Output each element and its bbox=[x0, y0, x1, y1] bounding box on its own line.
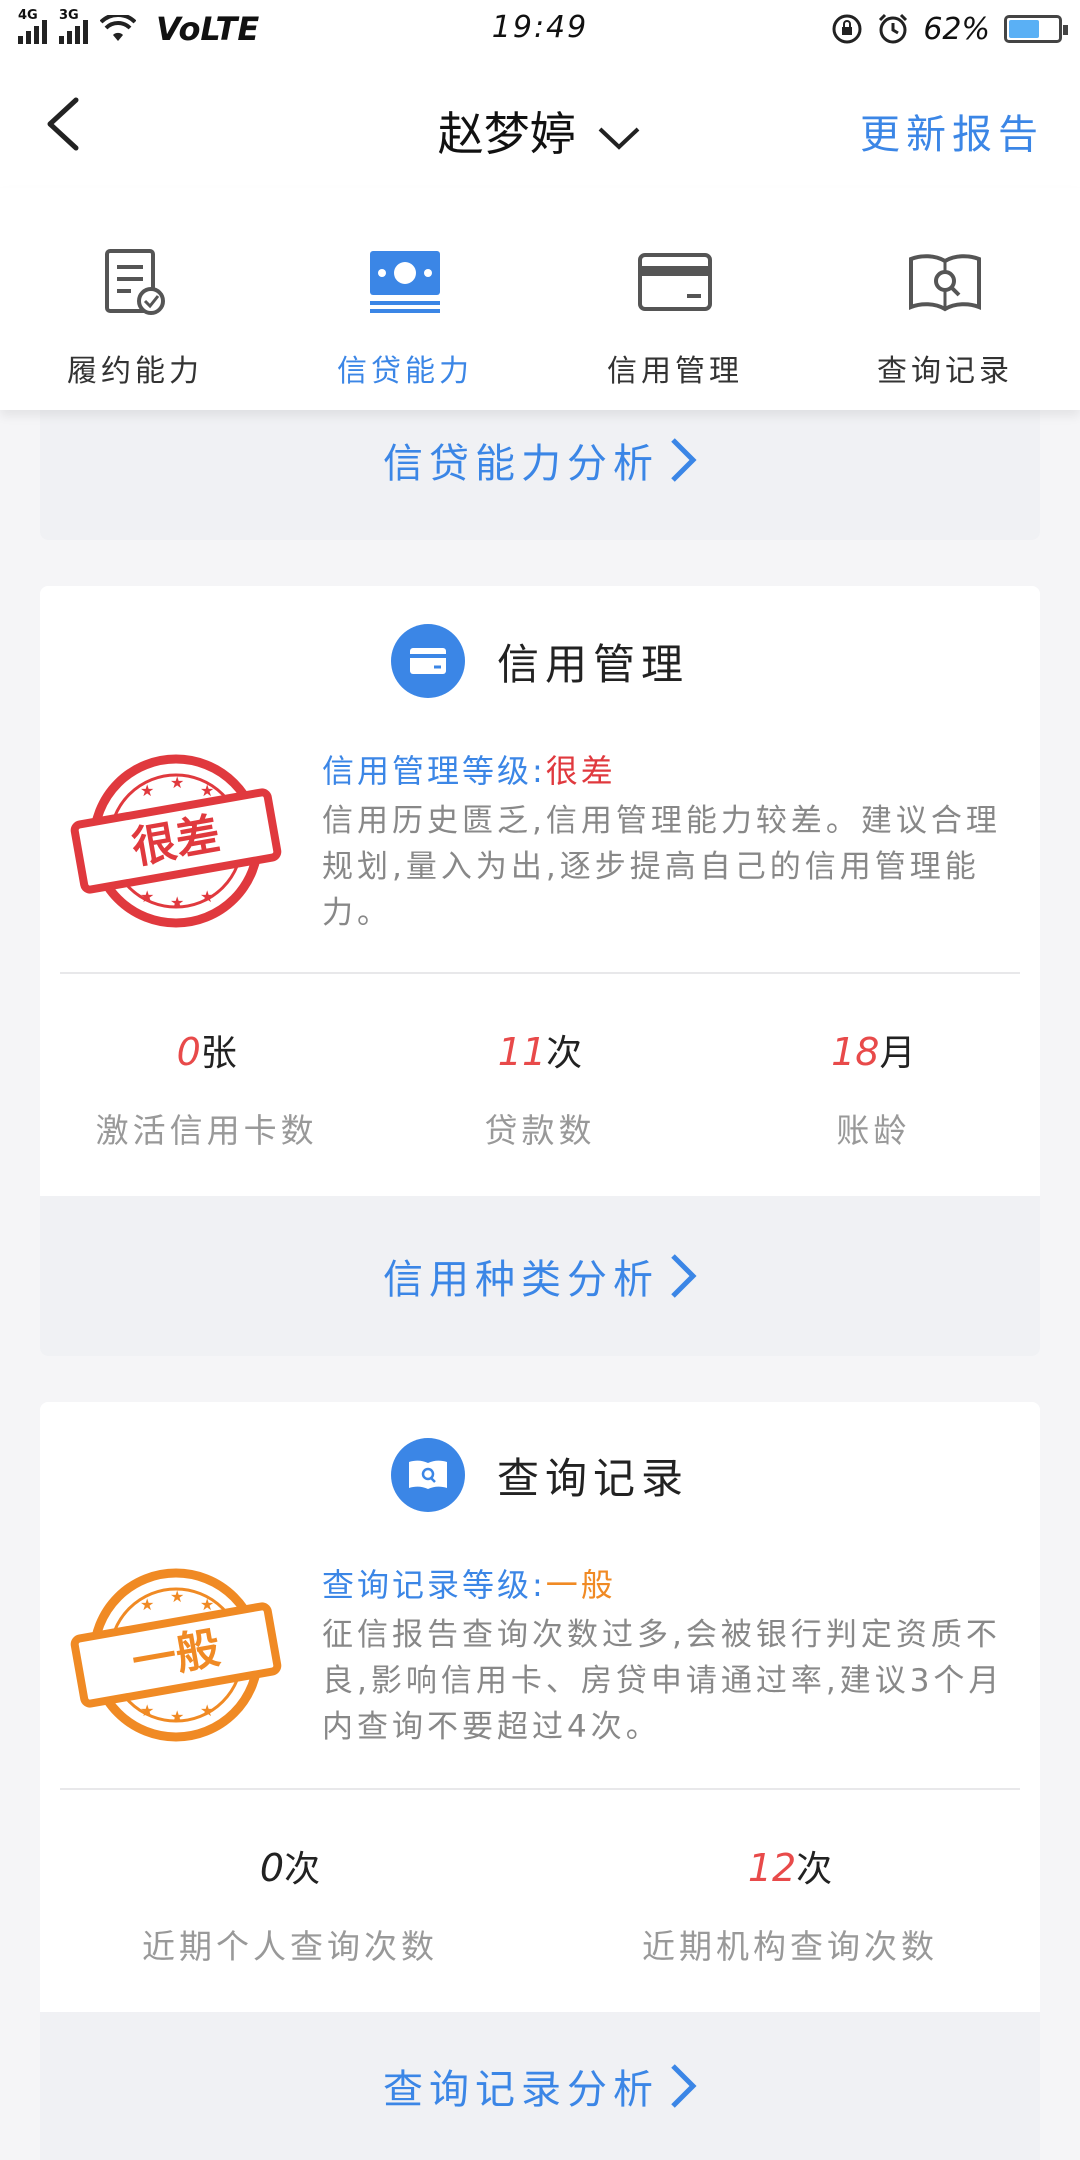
svg-text:★: ★ bbox=[170, 1587, 184, 1606]
level-stamp: ★★ ★ ★★ ★ 很差 bbox=[70, 754, 282, 928]
tab-query-record[interactable]: 查询记录 bbox=[810, 188, 1080, 410]
stat-unit: 张 bbox=[200, 1033, 237, 1074]
level-line: 查询记录等级:一般 bbox=[322, 1560, 616, 1606]
stat-value: 0 bbox=[259, 1846, 285, 1890]
svg-text:★: ★ bbox=[140, 781, 154, 800]
query-record-analysis-link[interactable]: 查询记录分析 bbox=[40, 2012, 1040, 2160]
link-label: 信用种类分析 bbox=[383, 1257, 659, 1303]
stat-active-cards: 0张 激活信用卡数 bbox=[40, 1024, 373, 1152]
tab-credit-ability[interactable]: 信贷能力 bbox=[270, 188, 540, 410]
section-header: 信用管理 bbox=[40, 624, 1040, 698]
svg-text:★: ★ bbox=[140, 887, 154, 906]
svg-text:★: ★ bbox=[140, 1701, 154, 1720]
stat-value: 11 bbox=[497, 1030, 547, 1074]
level-value: 一般 bbox=[545, 1566, 616, 1604]
book-search-icon bbox=[390, 1438, 465, 1512]
stat-unit: 月 bbox=[879, 1033, 916, 1074]
section-title: 查询记录 bbox=[496, 1453, 689, 1503]
status-bar: 4G 3G VoLTE 19:49 62% bbox=[0, 0, 1080, 58]
stat-value: 0 bbox=[176, 1030, 201, 1074]
level-line: 信用管理等级:很差 bbox=[322, 746, 616, 792]
money-icon bbox=[370, 251, 440, 313]
query-stats: 0次 近期个人查询次数 12次 近期机构查询次数 bbox=[40, 1840, 1040, 1968]
stat-value: 12 bbox=[747, 1846, 797, 1890]
stat-unit: 次 bbox=[284, 1849, 321, 1890]
section-title: 信用管理 bbox=[496, 639, 689, 689]
stat-account-age: 18月 账龄 bbox=[707, 1024, 1040, 1152]
category-tabs: 履约能力 信贷能力 信用管理 查询记录 bbox=[0, 188, 1080, 410]
tab-credit-management[interactable]: 信用管理 bbox=[540, 188, 810, 410]
stat-caption: 近期个人查询次数 bbox=[142, 1927, 438, 1966]
clock: 19:49 bbox=[491, 10, 589, 45]
chevron-down-icon bbox=[598, 127, 640, 150]
level-value: 很差 bbox=[545, 752, 616, 790]
tab-label: 履约能力 bbox=[67, 354, 203, 389]
credit-card-icon bbox=[638, 253, 712, 311]
level-description: 征信报告查询次数过多,会被银行判定资质不良,影响信用卡、房贷申请通过率,建议3个… bbox=[322, 1617, 1004, 1745]
svg-text:★: ★ bbox=[170, 773, 184, 792]
chevron-right-icon bbox=[671, 2064, 697, 2108]
svg-text:★: ★ bbox=[140, 1595, 154, 1614]
stat-caption: 近期机构查询次数 bbox=[642, 1927, 938, 1966]
chevron-right-icon bbox=[671, 1254, 697, 1298]
chevron-right-icon bbox=[671, 438, 697, 482]
stat-loans: 11次 贷款数 bbox=[373, 1024, 706, 1152]
stat-caption: 激活信用卡数 bbox=[95, 1111, 318, 1150]
tab-label: 查询记录 bbox=[877, 354, 1013, 389]
link-label: 查询记录分析 bbox=[383, 2067, 659, 2113]
stat-unit: 次 bbox=[796, 1849, 833, 1890]
svg-text:★: ★ bbox=[170, 893, 184, 912]
stat-institution-queries: 12次 近期机构查询次数 bbox=[540, 1840, 1040, 1968]
level-stamp: ★★ ★ ★★ ★ 一般 bbox=[70, 1568, 282, 1742]
stat-value: 18 bbox=[831, 1030, 880, 1074]
level-label: 信用管理等级: bbox=[322, 752, 546, 790]
stat-personal-queries: 0次 近期个人查询次数 bbox=[40, 1840, 540, 1968]
contract-check-icon bbox=[105, 249, 165, 315]
page-title: 赵梦婷 bbox=[437, 107, 576, 161]
tab-performance[interactable]: 履约能力 bbox=[0, 188, 270, 410]
level-description: 信用历史匮乏,信用管理能力较差。建议合理规划,量入为出,逐步提高自己的信用管理能… bbox=[322, 803, 1001, 931]
section-header: 查询记录 bbox=[40, 1438, 1040, 1512]
svg-text:★: ★ bbox=[200, 1701, 214, 1720]
stat-unit: 次 bbox=[546, 1033, 583, 1074]
divider bbox=[60, 972, 1020, 974]
svg-text:★: ★ bbox=[170, 1707, 184, 1726]
battery-icon bbox=[1004, 15, 1068, 43]
credit-card-icon bbox=[390, 624, 465, 698]
query-record-card: 查询记录 ★ ★ ★ ★ ★ ★ 一般 查询记录等级:一般 征信报告查询次数过多,会被银… bbox=[40, 1402, 1040, 2160]
credit-management-card: 信用管理 ★ ★ ★ ★ ★ ★ 很差 信用管理等级:很差 信用历史匮乏,信用管理能力较… bbox=[40, 586, 1040, 1356]
update-report-button[interactable]: 更新报告 bbox=[860, 102, 1044, 160]
credit-type-analysis-link[interactable]: 信用种类分析 bbox=[40, 1196, 1040, 1356]
stat-caption: 贷款数 bbox=[484, 1111, 596, 1150]
level-label: 查询记录等级: bbox=[322, 1566, 546, 1604]
credit-stats: 0张 激活信用卡数 11次 贷款数 18月 账龄 bbox=[40, 1024, 1040, 1152]
tab-label: 信用管理 bbox=[607, 354, 743, 389]
stat-caption: 账龄 bbox=[836, 1111, 911, 1150]
link-label: 信贷能力分析 bbox=[383, 441, 659, 487]
nav-bar: 赵梦婷 更新报告 bbox=[0, 58, 1080, 188]
svg-text:★: ★ bbox=[200, 887, 214, 906]
tab-label: 信贷能力 bbox=[337, 354, 473, 389]
book-search-icon bbox=[909, 254, 981, 312]
divider bbox=[60, 1788, 1020, 1790]
